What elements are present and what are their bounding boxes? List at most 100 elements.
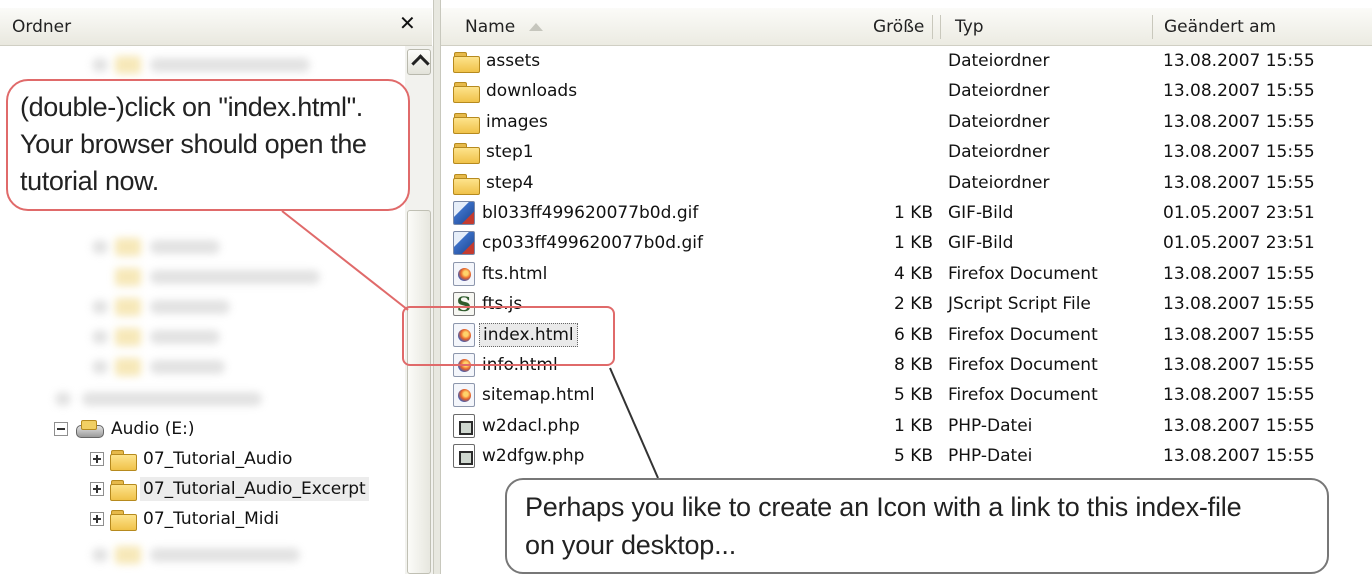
index-html-highlight xyxy=(402,306,615,366)
file-row[interactable]: fts.html 4 KB Firefox Document 13.08.2007 1… xyxy=(441,259,1372,289)
scroll-up-icon[interactable] xyxy=(407,49,431,75)
callout-desktop-link: Perhaps you like to create an Icon with … xyxy=(505,478,1329,574)
folder-pane-title: Ordner xyxy=(12,17,72,37)
file-name-cell[interactable]: step4 xyxy=(453,168,537,198)
file-name: w2dacl.php xyxy=(482,415,580,436)
file-row[interactable]: assets Dateiordner 13.08.2007 15:55 xyxy=(441,46,1372,76)
tree-item-label: 07_Tutorial_Audio_Excerpt xyxy=(140,477,369,501)
file-modified: 13.08.2007 15:55 xyxy=(1163,355,1315,375)
file-row[interactable]: w2dacl.php 1 KB PHP-Datei 13.08.2007 15:55 xyxy=(441,411,1372,441)
file-row[interactable]: step4 Dateiordner 13.08.2007 15:55 xyxy=(441,168,1372,198)
folder-icon xyxy=(110,449,137,471)
file-type: Dateiordner xyxy=(948,51,1050,71)
file-row[interactable]: step1 Dateiordner 13.08.2007 15:55 xyxy=(441,137,1372,167)
file-name-cell[interactable]: bl033ff499620077b0d.gif xyxy=(453,198,701,228)
file-modified: 13.08.2007 15:55 xyxy=(1163,142,1315,163)
folder-icon xyxy=(453,173,480,195)
file-size: 1 KB xyxy=(893,415,933,436)
file-modified: 13.08.2007 15:55 xyxy=(1163,51,1315,71)
file-type: PHP-Datei xyxy=(948,446,1033,467)
column-divider[interactable] xyxy=(1152,15,1153,39)
tree-collapse-icon[interactable] xyxy=(54,422,68,436)
callout-line: (double-)click on "index.html". xyxy=(20,92,363,122)
file-name-cell[interactable]: step1 xyxy=(453,137,537,167)
scrollbar-thumb[interactable] xyxy=(407,210,431,574)
column-header-name[interactable]: Name xyxy=(465,8,544,46)
tree-expand-icon[interactable] xyxy=(90,452,104,466)
file-size: 2 KB xyxy=(893,294,933,315)
file-name: assets xyxy=(486,51,541,71)
file-row[interactable]: downloads Dateiordner 13.08.2007 15:55 xyxy=(441,76,1372,106)
file-row[interactable]: images Dateiordner 13.08.2007 15:55 xyxy=(441,107,1372,137)
file-type: Dateiordner xyxy=(948,111,1050,132)
sort-ascending-icon xyxy=(529,23,544,31)
file-type: GIF-Bild xyxy=(948,233,1014,254)
firefox-document-icon xyxy=(453,383,475,408)
file-name-cell[interactable]: sitemap.html xyxy=(453,380,598,410)
column-header-size[interactable]: Größe xyxy=(873,8,924,46)
file-size: 5 KB xyxy=(893,446,933,467)
file-name-cell[interactable]: w2dfgw.php xyxy=(453,441,587,471)
file-size: 8 KB xyxy=(893,355,933,375)
php-file-icon xyxy=(453,444,475,469)
file-modified: 13.08.2007 15:55 xyxy=(1163,81,1315,102)
file-name: step1 xyxy=(486,142,534,163)
column-header: Name Größe Typ Geändert am xyxy=(441,8,1372,46)
file-modified: 13.08.2007 15:55 xyxy=(1163,324,1315,345)
file-type: Firefox Document xyxy=(948,355,1098,375)
file-name: fts.html xyxy=(482,263,548,284)
column-header-type[interactable]: Typ xyxy=(955,8,984,46)
tree-item-07-tutorial-audio[interactable]: 07_Tutorial_Audio xyxy=(90,444,295,474)
file-name-cell[interactable]: fts.html xyxy=(453,259,550,289)
file-modified: 13.08.2007 15:55 xyxy=(1163,172,1315,193)
tree-item-audio-drive[interactable]: Audio (E:) xyxy=(54,414,197,444)
tree-item-07-tutorial-audio-excerpt[interactable]: 07_Tutorial_Audio_Excerpt xyxy=(90,474,369,504)
folder-open-icon xyxy=(110,479,137,501)
file-row[interactable]: cp033ff499620077b0d.gif 1 KB GIF-Bild 01.05… xyxy=(441,228,1372,258)
column-divider[interactable] xyxy=(940,15,941,39)
file-name-cell[interactable]: w2dacl.php xyxy=(453,411,583,441)
file-size xyxy=(841,137,933,167)
file-size: 1 KB xyxy=(893,203,933,223)
column-label: Name xyxy=(465,17,516,37)
column-label: Größe xyxy=(873,17,925,37)
column-header-modified[interactable]: Geändert am xyxy=(1164,8,1276,46)
file-name-cell[interactable]: downloads xyxy=(453,76,580,106)
file-type: Firefox Document xyxy=(948,324,1098,345)
file-type: PHP-Datei xyxy=(948,415,1033,436)
file-name: images xyxy=(486,111,548,132)
file-name: step4 xyxy=(486,172,534,193)
tree-item-label: 07_Tutorial_Audio xyxy=(143,449,293,469)
file-modified: 13.08.2007 15:55 xyxy=(1163,415,1315,436)
file-type: Dateiordner xyxy=(948,81,1050,102)
file-row[interactable]: sitemap.html 5 KB Firefox Document 13.08.20… xyxy=(441,380,1372,410)
file-name-cell[interactable]: cp033ff499620077b0d.gif xyxy=(453,228,706,258)
file-size xyxy=(841,46,933,76)
column-divider[interactable] xyxy=(932,15,933,39)
callout-line: Your browser should open the xyxy=(20,129,367,159)
file-name-cell[interactable]: assets xyxy=(453,46,543,76)
tree-item-07-tutorial-midi[interactable]: 07_Tutorial_Midi xyxy=(90,504,282,534)
file-name: w2dfgw.php xyxy=(482,446,585,467)
close-icon[interactable]: ✕ xyxy=(399,11,416,35)
tree-expand-icon[interactable] xyxy=(90,482,104,496)
file-row[interactable]: w2dfgw.php 5 KB PHP-Datei 13.08.2007 15:55 xyxy=(441,441,1372,471)
gif-image-icon xyxy=(453,201,475,225)
tree-expand-icon[interactable] xyxy=(90,512,104,526)
callout-line: tutorial now. xyxy=(20,166,159,196)
pane-splitter[interactable] xyxy=(433,0,441,574)
file-type: Firefox Document xyxy=(948,263,1098,284)
callout-line: Perhaps you like to create an Icon with … xyxy=(525,492,1242,522)
column-label: Geändert am xyxy=(1164,17,1277,37)
folder-icon xyxy=(453,81,480,104)
file-name-cell[interactable]: images xyxy=(453,107,551,137)
folder-pane-header: Ordner ✕ xyxy=(0,8,432,46)
file-size xyxy=(841,168,933,198)
file-size: 1 KB xyxy=(893,233,933,254)
file-type: Dateiordner xyxy=(948,142,1050,163)
file-modified: 13.08.2007 15:55 xyxy=(1163,385,1315,406)
file-type: Firefox Document xyxy=(948,385,1098,406)
file-size: 4 KB xyxy=(893,263,933,284)
file-size: 6 KB xyxy=(893,324,933,345)
file-row[interactable]: bl033ff499620077b0d.gif 1 KB GIF-Bild 01.05… xyxy=(441,198,1372,228)
